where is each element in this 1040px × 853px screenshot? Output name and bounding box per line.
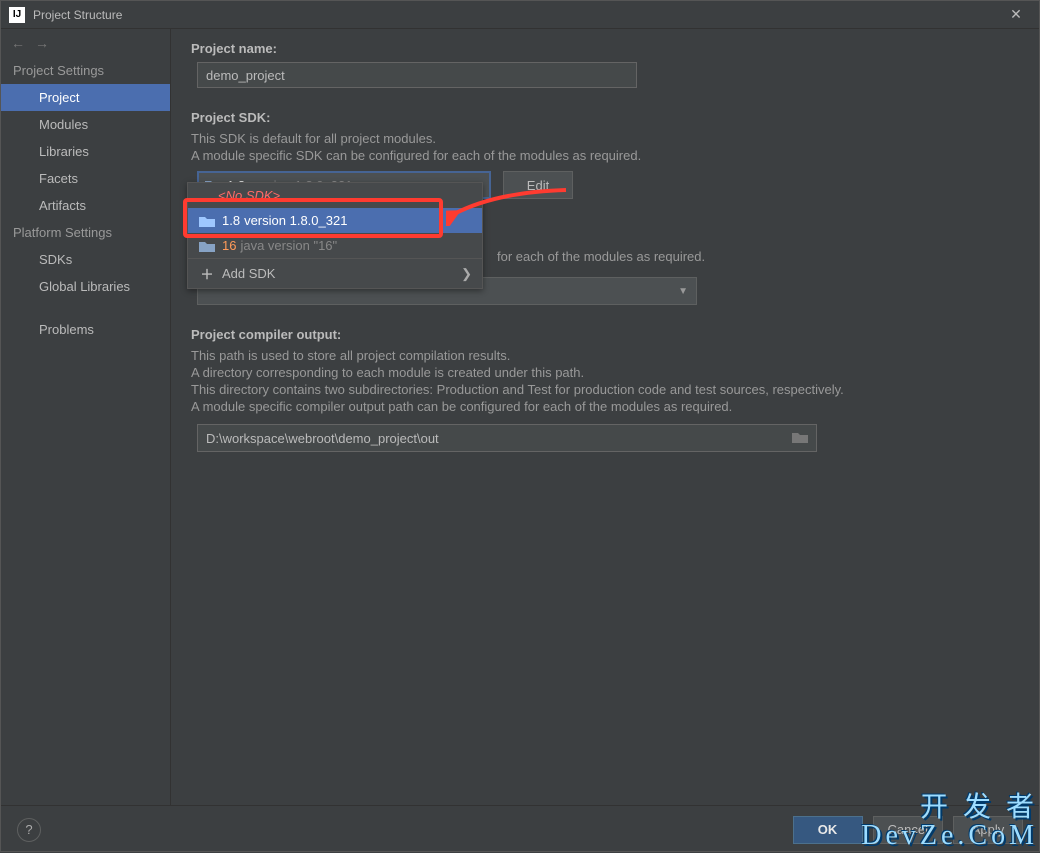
sdk-option-16[interactable]: 16 java version "16": [188, 233, 482, 258]
apply-button[interactable]: Apply: [953, 816, 1023, 844]
add-sdk-label: Add SDK: [222, 266, 275, 281]
folder-icon: [198, 215, 216, 227]
titlebar: IJ Project Structure ✕: [1, 1, 1039, 29]
compiler-desc-1: This path is used to store all project c…: [191, 348, 1019, 363]
help-button[interactable]: ?: [17, 818, 41, 842]
lang-level-desc-tail: for each of the modules as required.: [497, 249, 705, 264]
sdk-option-none[interactable]: <No SDK>: [188, 183, 482, 208]
sidebar-item-facets[interactable]: Facets: [1, 165, 170, 192]
compiler-output-label: Project compiler output:: [191, 327, 1019, 342]
sidebar: ← → Project Settings Project Modules Lib…: [1, 29, 171, 805]
section-header-platform-settings: Platform Settings: [1, 219, 170, 246]
app-logo-icon: IJ: [9, 7, 25, 23]
sidebar-item-artifacts[interactable]: Artifacts: [1, 192, 170, 219]
ok-button[interactable]: OK: [793, 816, 863, 844]
compiler-desc-3: This directory contains two subdirectori…: [191, 382, 1019, 397]
sdk-desc-1: This SDK is default for all project modu…: [191, 131, 1019, 146]
no-sdk-label: <No SDK>: [198, 188, 280, 203]
sdk-option-main: 1.8: [222, 213, 240, 228]
content-pane: Project name: Project SDK: This SDK is d…: [171, 29, 1039, 805]
plus-icon: ＋: [198, 264, 216, 283]
compiler-desc-2: A directory corresponding to each module…: [191, 365, 1019, 380]
sidebar-item-modules[interactable]: Modules: [1, 111, 170, 138]
add-sdk-menu[interactable]: ＋ Add SDK ❯: [188, 259, 482, 288]
sidebar-item-sdks[interactable]: SDKs: [1, 246, 170, 273]
sidebar-item-global-libraries[interactable]: Global Libraries: [1, 273, 170, 300]
close-button[interactable]: ✕: [1001, 6, 1031, 23]
browse-folder-icon[interactable]: [792, 431, 808, 446]
folder-icon: [198, 240, 216, 252]
sidebar-item-problems[interactable]: Problems: [1, 316, 170, 343]
sdk-option-main: 16: [222, 238, 236, 253]
sidebar-item-project[interactable]: Project: [1, 84, 170, 111]
section-header-project-settings: Project Settings: [1, 57, 170, 84]
compiler-desc-4: A module specific compiler output path c…: [191, 399, 1019, 414]
project-name-label: Project name:: [191, 41, 1019, 56]
project-sdk-label: Project SDK:: [191, 110, 1019, 125]
sdk-option-sub: version 1.8.0_321: [244, 213, 347, 228]
project-name-input[interactable]: [197, 62, 637, 88]
sdk-dropdown: <No SDK> 1.8 version 1.8.0_321 16 java v…: [187, 182, 483, 289]
sdk-option-sub: java version "16": [240, 238, 337, 253]
sdk-desc-2: A module specific SDK can be configured …: [191, 148, 1019, 163]
chevron-down-icon: ▼: [678, 286, 688, 297]
dialog-footer: ? OK Cancel Apply: [1, 805, 1039, 853]
back-button[interactable]: ←: [11, 35, 25, 51]
sdk-option-1-8[interactable]: 1.8 version 1.8.0_321: [188, 208, 482, 233]
chevron-right-icon: ❯: [461, 266, 472, 282]
edit-sdk-button[interactable]: Edit: [503, 171, 573, 199]
compiler-output-path-input[interactable]: D:\workspace\webroot\demo_project\out: [197, 424, 817, 452]
forward-button[interactable]: →: [35, 35, 49, 51]
cancel-button[interactable]: Cancel: [873, 816, 943, 844]
sidebar-item-libraries[interactable]: Libraries: [1, 138, 170, 165]
compiler-output-path-text: D:\workspace\webroot\demo_project\out: [206, 431, 439, 446]
dialog-title: Project Structure: [33, 8, 1001, 22]
